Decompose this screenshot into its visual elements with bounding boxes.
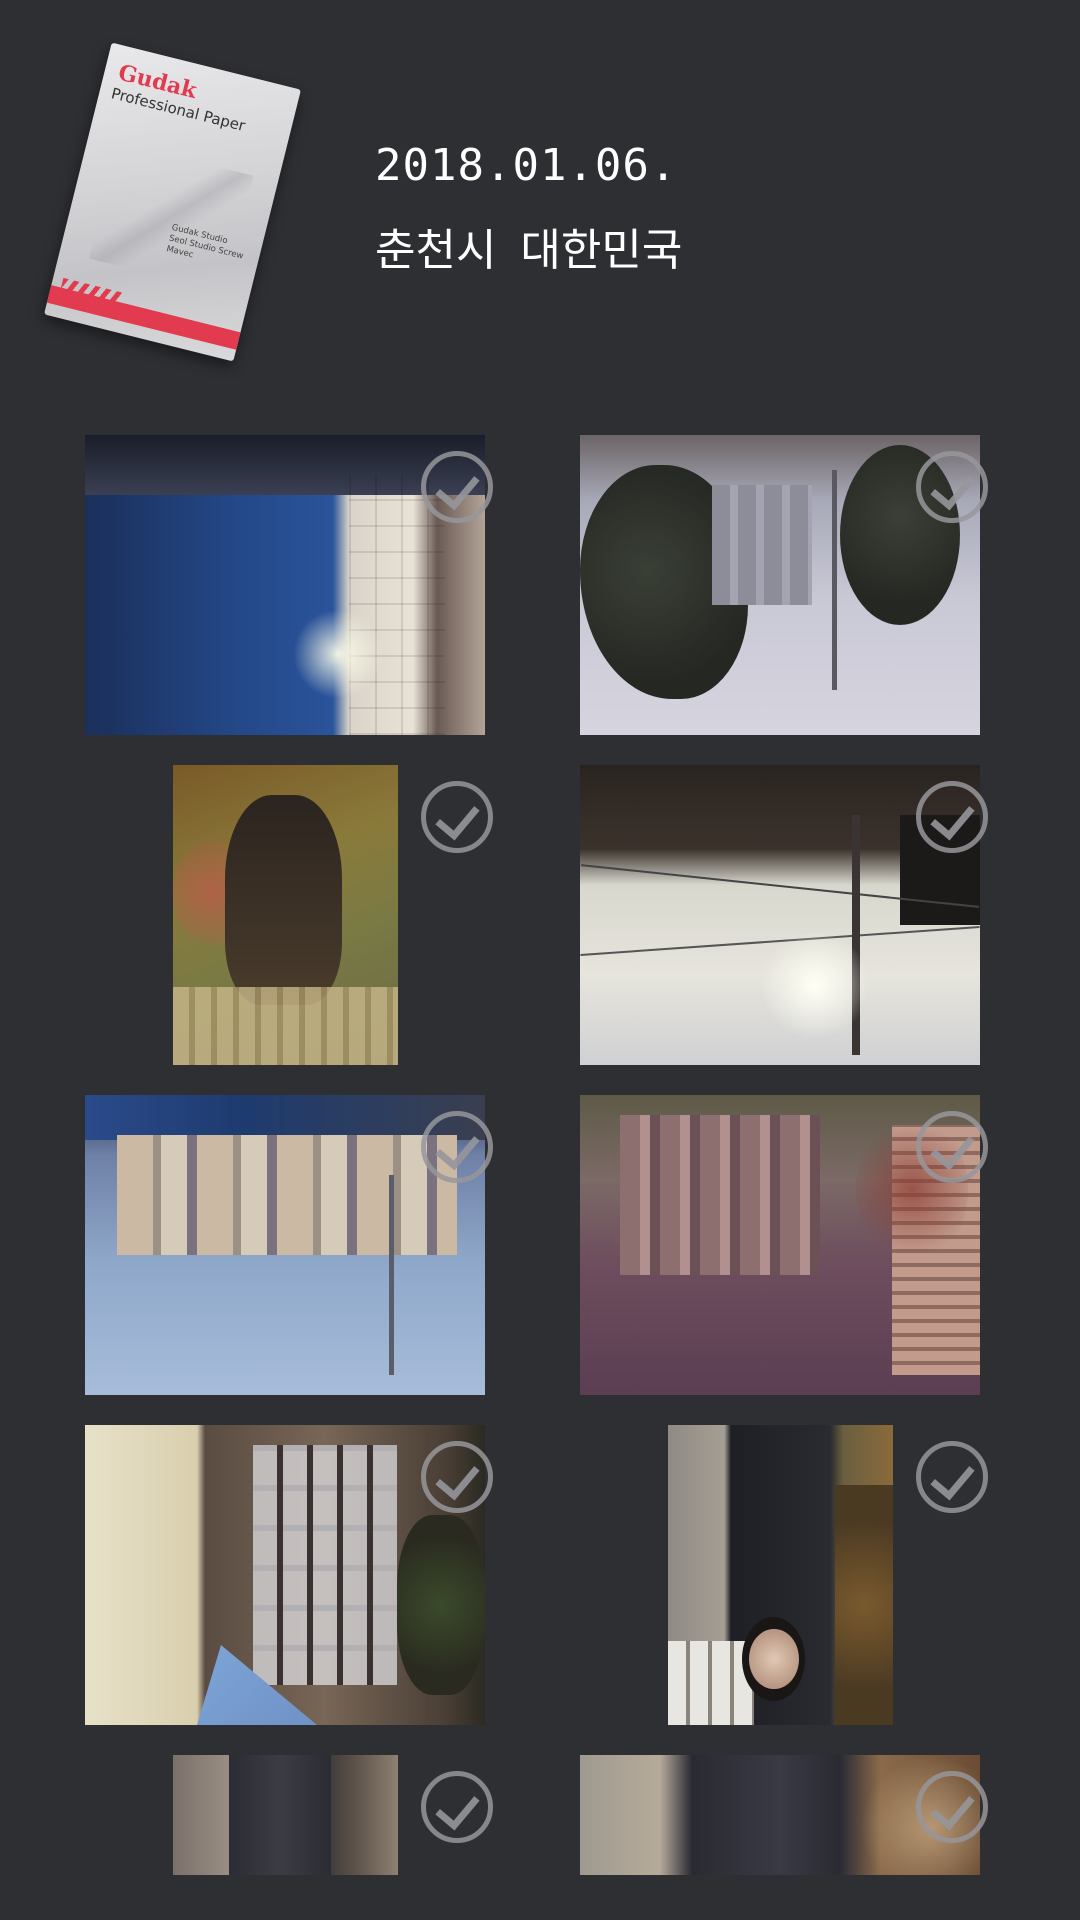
select-check-icon[interactable] bbox=[916, 1771, 988, 1843]
roll-location: 춘천시 대한민국 bbox=[375, 225, 683, 276]
select-check-icon[interactable] bbox=[421, 1111, 493, 1183]
select-check-icon[interactable] bbox=[916, 1441, 988, 1513]
photo-8[interactable] bbox=[668, 1425, 893, 1725]
select-check-icon[interactable] bbox=[421, 451, 493, 523]
photo-3[interactable] bbox=[173, 765, 398, 1065]
select-check-icon[interactable] bbox=[421, 781, 493, 853]
film-pack-image: Gudak Professional Paper Gudak Studio Se… bbox=[44, 42, 301, 362]
select-check-icon[interactable] bbox=[421, 1441, 493, 1513]
select-check-icon[interactable] bbox=[916, 1111, 988, 1183]
roll-date: 2018.01.06. bbox=[375, 140, 678, 191]
photo-9[interactable] bbox=[173, 1755, 398, 1875]
select-check-icon[interactable] bbox=[916, 451, 988, 523]
select-check-icon[interactable] bbox=[916, 781, 988, 853]
select-check-icon[interactable] bbox=[421, 1771, 493, 1843]
